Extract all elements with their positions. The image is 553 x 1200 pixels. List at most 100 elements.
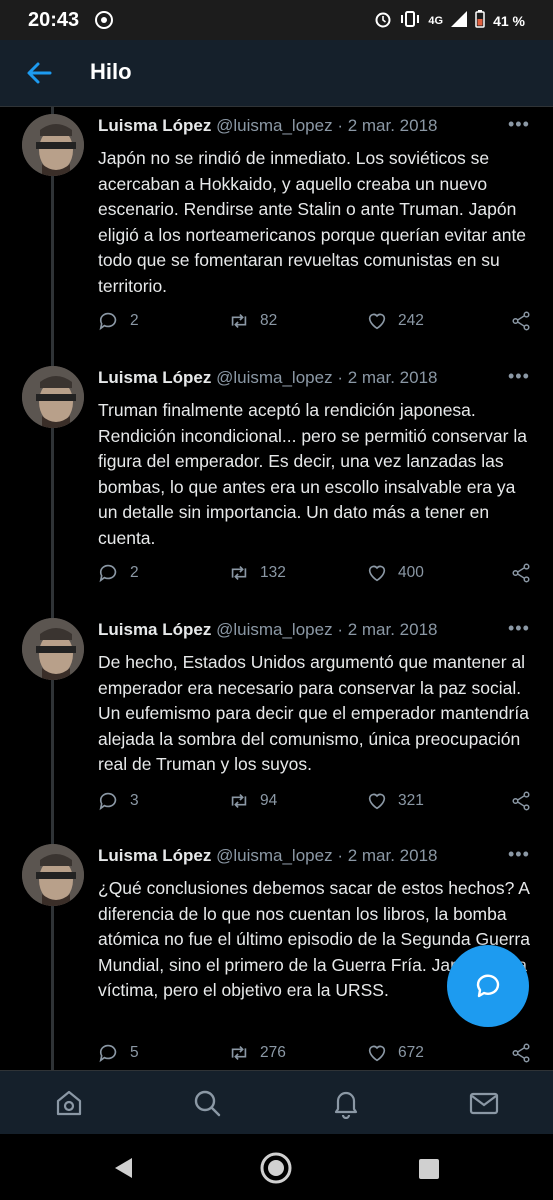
more-options-icon[interactable]: ••• bbox=[508, 366, 534, 386]
tweet-actions: 3 94 321 bbox=[98, 790, 538, 816]
notifications-bell-icon[interactable] bbox=[330, 1087, 362, 1120]
thread-connector bbox=[51, 106, 54, 114]
like-count: 321 bbox=[398, 792, 424, 809]
status-time: 20:43 bbox=[28, 9, 80, 31]
avatar[interactable] bbox=[22, 114, 84, 176]
retweet-button[interactable]: 82 bbox=[228, 310, 277, 332]
reply-count: 2 bbox=[130, 312, 139, 329]
tweet-date[interactable]: · 2 mar. 2018 bbox=[337, 846, 437, 865]
status-indicators: 4G 41 % bbox=[374, 10, 525, 31]
share-icon bbox=[512, 563, 530, 583]
retweet-count: 94 bbox=[260, 792, 278, 809]
share-button[interactable] bbox=[510, 790, 532, 812]
vibrate-icon bbox=[400, 10, 420, 31]
messages-mail-icon[interactable] bbox=[468, 1087, 500, 1119]
more-options-icon[interactable]: ••• bbox=[508, 844, 534, 864]
system-home-icon[interactable] bbox=[259, 1151, 293, 1190]
reply-icon bbox=[99, 564, 117, 583]
reply-button[interactable]: 2 bbox=[98, 310, 139, 332]
tweet[interactable]: Luisma López @luisma_lopez · 2 mar. 2018… bbox=[0, 114, 553, 354]
like-count: 672 bbox=[398, 1044, 424, 1061]
tweet[interactable]: Luisma López @luisma_lopez · 2 mar. 2018… bbox=[0, 366, 553, 606]
battery-icon bbox=[475, 10, 485, 31]
more-options-icon[interactable]: ••• bbox=[508, 618, 534, 638]
share-button[interactable] bbox=[510, 310, 532, 332]
like-button[interactable]: 400 bbox=[366, 562, 424, 584]
author-name[interactable]: Luisma López bbox=[98, 368, 211, 387]
bottom-nav bbox=[0, 1070, 553, 1135]
reply-button[interactable]: 2 bbox=[98, 562, 139, 584]
share-button[interactable] bbox=[510, 562, 532, 584]
reply-icon bbox=[99, 312, 117, 331]
author-name[interactable]: Luisma López bbox=[98, 846, 211, 865]
tweet-header: Luisma López @luisma_lopez · 2 mar. 2018 bbox=[98, 846, 437, 866]
tweet-actions: 5 276 672 bbox=[98, 1042, 538, 1068]
home-icon[interactable] bbox=[53, 1087, 85, 1119]
like-count: 242 bbox=[398, 312, 424, 329]
tweet-text: Japón no se rindió de inmediato. Los sov… bbox=[98, 148, 527, 296]
tweet-date[interactable]: · 2 mar. 2018 bbox=[337, 116, 437, 135]
like-count: 400 bbox=[398, 564, 424, 581]
share-icon bbox=[512, 791, 530, 811]
retweet-button[interactable]: 132 bbox=[228, 562, 286, 584]
reply-count: 5 bbox=[130, 1044, 139, 1061]
chrome-icon bbox=[95, 11, 113, 34]
retweet-icon bbox=[231, 793, 247, 809]
reply-count: 3 bbox=[130, 792, 139, 809]
retweet-count: 132 bbox=[260, 564, 286, 581]
system-nav-bar bbox=[0, 1134, 553, 1200]
avatar[interactable] bbox=[22, 844, 84, 906]
tweet-header: Luisma López @luisma_lopez · 2 mar. 2018 bbox=[98, 368, 437, 388]
app-header: Hilo bbox=[0, 40, 553, 107]
like-button[interactable]: 321 bbox=[366, 790, 424, 812]
author-name[interactable]: Luisma López bbox=[98, 620, 211, 639]
tweet-header: Luisma López @luisma_lopez · 2 mar. 2018 bbox=[98, 116, 437, 136]
signal-icon bbox=[451, 11, 468, 30]
heart-icon bbox=[368, 1045, 386, 1062]
status-bar: 20:43 4G 41 % bbox=[0, 0, 553, 40]
retweet-count: 276 bbox=[260, 1044, 286, 1061]
share-icon bbox=[512, 311, 530, 331]
back-arrow-icon[interactable] bbox=[24, 60, 54, 86]
avatar[interactable] bbox=[22, 366, 84, 428]
reply-button[interactable]: 5 bbox=[98, 1042, 139, 1064]
page-title: Hilo bbox=[90, 59, 132, 84]
retweet-icon bbox=[231, 313, 247, 329]
retweet-icon bbox=[231, 1045, 247, 1061]
reply-count: 2 bbox=[130, 564, 139, 581]
reply-button[interactable]: 3 bbox=[98, 790, 139, 812]
author-handle[interactable]: @luisma_lopez bbox=[216, 368, 332, 387]
tweet-date[interactable]: · 2 mar. 2018 bbox=[337, 620, 437, 639]
speech-bubble-icon bbox=[476, 974, 500, 998]
retweet-icon bbox=[231, 565, 247, 581]
more-options-icon[interactable]: ••• bbox=[508, 114, 534, 134]
avatar[interactable] bbox=[22, 618, 84, 680]
tweet-actions: 2 82 242 bbox=[98, 310, 538, 336]
reply-icon bbox=[99, 1044, 117, 1063]
tweet-date[interactable]: · 2 mar. 2018 bbox=[337, 368, 437, 387]
heart-icon bbox=[368, 565, 386, 582]
author-handle[interactable]: @luisma_lopez bbox=[216, 620, 332, 639]
author-handle[interactable]: @luisma_lopez bbox=[216, 846, 332, 865]
reply-icon bbox=[99, 792, 117, 811]
retweet-button[interactable]: 276 bbox=[228, 1042, 286, 1064]
tweet-header: Luisma López @luisma_lopez · 2 mar. 2018 bbox=[98, 620, 437, 640]
tweet-actions: 2 132 400 bbox=[98, 562, 538, 588]
like-button[interactable]: 672 bbox=[366, 1042, 424, 1064]
compose-reply-button[interactable] bbox=[447, 945, 529, 1027]
system-back-icon[interactable] bbox=[112, 1156, 134, 1185]
like-button[interactable]: 242 bbox=[366, 310, 424, 332]
author-handle[interactable]: @luisma_lopez bbox=[216, 116, 332, 135]
system-recents-icon[interactable] bbox=[418, 1158, 440, 1185]
battery-level: 41 % bbox=[493, 12, 525, 29]
share-button[interactable] bbox=[510, 1042, 532, 1064]
retweet-button[interactable]: 94 bbox=[228, 790, 277, 812]
tweet[interactable]: Luisma López @luisma_lopez · 2 mar. 2018… bbox=[0, 618, 553, 832]
search-icon[interactable] bbox=[191, 1087, 223, 1119]
network-type: 4G bbox=[428, 14, 444, 27]
author-name[interactable]: Luisma López bbox=[98, 116, 211, 135]
retweet-count: 82 bbox=[260, 312, 278, 329]
heart-icon bbox=[368, 793, 386, 810]
share-icon bbox=[512, 1043, 530, 1063]
tweet-text: Truman finalmente aceptó la rendición ja… bbox=[98, 400, 527, 548]
